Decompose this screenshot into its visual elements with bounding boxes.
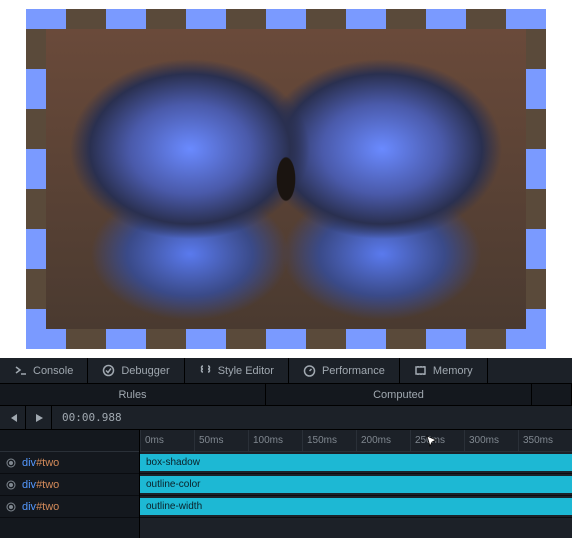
tool-tabs: Console Debugger Style Editor Performanc… (0, 358, 572, 384)
style-editor-icon (199, 364, 212, 377)
selector-row[interactable]: div#two (0, 452, 139, 474)
subtab-rules[interactable]: Rules (0, 384, 266, 405)
timeline-ruler[interactable]: 0ms 50ms 100ms 150ms 200ms 250ms 300ms 3… (140, 430, 572, 452)
timeline-area: div#two div#two div#two 0ms 50ms 100ms 1… (0, 430, 572, 538)
tab-label: Style Editor (218, 365, 274, 377)
preview-element (26, 9, 546, 349)
ruler-tick: 50ms (194, 430, 223, 451)
tab-console[interactable]: Console (0, 358, 88, 383)
ruler-tick: 250ms (410, 430, 445, 451)
tab-label: Debugger (121, 365, 169, 377)
preview-area (0, 0, 572, 358)
butterfly-image (46, 29, 526, 329)
subtab-label: Rules (118, 389, 146, 401)
ruler-tick: 150ms (302, 430, 337, 451)
devtools-panel: Console Debugger Style Editor Performanc… (0, 358, 572, 538)
track-row[interactable]: outline-color (140, 474, 572, 496)
tab-memory[interactable]: Memory (400, 358, 488, 383)
memory-icon (414, 364, 427, 377)
tab-performance[interactable]: Performance (289, 358, 400, 383)
subtab-label: Computed (373, 389, 424, 401)
subtab-computed[interactable]: Computed (266, 384, 532, 405)
tab-label: Performance (322, 365, 385, 377)
selector-tag: div (22, 457, 36, 469)
ruler-tick: 100ms (248, 430, 283, 451)
subtab-extra[interactable] (532, 384, 572, 405)
play-button[interactable] (26, 406, 52, 430)
sidebar-tabs: Rules Computed (0, 384, 572, 406)
animation-controls: 00:00.988 (0, 406, 572, 430)
selector-row[interactable]: div#two (0, 474, 139, 496)
target-icon (6, 502, 16, 512)
track-bar: outline-color (140, 476, 572, 493)
ruler-tick: 350ms (518, 430, 553, 451)
track-row[interactable]: box-shadow (140, 452, 572, 474)
selector-row[interactable]: div#two (0, 496, 139, 518)
tab-label: Console (33, 365, 73, 377)
track-bar: box-shadow (140, 454, 572, 471)
ruler-tick: 0ms (140, 430, 164, 451)
selector-tag: div (22, 479, 36, 491)
ruler-tick: 200ms (356, 430, 391, 451)
tab-debugger[interactable]: Debugger (88, 358, 184, 383)
time-display: 00:00.988 (52, 411, 132, 424)
selector-id: #two (36, 479, 59, 491)
tab-style-editor[interactable]: Style Editor (185, 358, 289, 383)
selector-header-blank (0, 430, 139, 452)
selectors-column: div#two div#two div#two (0, 430, 140, 538)
ruler-tick: 300ms (464, 430, 499, 451)
tab-label: Memory (433, 365, 473, 377)
track-row[interactable]: outline-width (140, 496, 572, 518)
selector-id: #two (36, 457, 59, 469)
debugger-icon (102, 364, 115, 377)
rewind-button[interactable] (0, 406, 26, 430)
console-icon (14, 364, 27, 377)
track-bar: outline-width (140, 498, 572, 515)
target-icon (6, 480, 16, 490)
selector-tag: div (22, 501, 36, 513)
performance-icon (303, 364, 316, 377)
selector-id: #two (36, 501, 59, 513)
tracks-column: 0ms 50ms 100ms 150ms 200ms 250ms 300ms 3… (140, 430, 572, 538)
target-icon (6, 458, 16, 468)
